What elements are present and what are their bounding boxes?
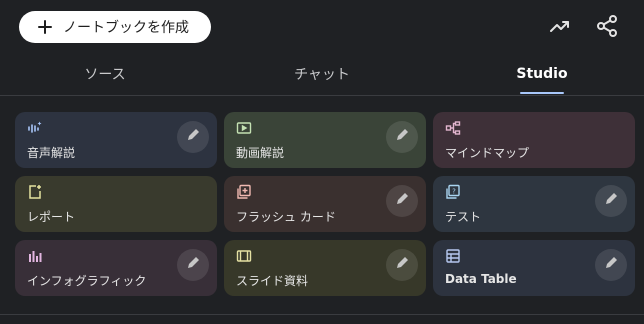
studio-card-report[interactable]: レポート xyxy=(15,176,217,232)
card-label: インフォグラフィック xyxy=(27,274,147,288)
tab-bar: ソース チャット Studio xyxy=(0,52,644,96)
quiz-icon: ? xyxy=(445,184,461,200)
active-tab-indicator xyxy=(520,92,564,94)
studio-card-infographic[interactable]: インフォグラフィック xyxy=(15,240,217,296)
tab-sources[interactable]: ソース xyxy=(60,52,150,96)
edit-button[interactable] xyxy=(595,185,627,217)
card-label: Data Table xyxy=(445,272,517,286)
share-icon[interactable] xyxy=(593,12,621,40)
plus-icon xyxy=(37,19,53,35)
studio-card-data-table[interactable]: Data Table xyxy=(433,240,635,296)
studio-card-mind-map[interactable]: マインドマップ xyxy=(433,112,635,168)
edit-button[interactable] xyxy=(595,249,627,281)
card-label: 動画解説 xyxy=(236,146,285,160)
report-icon xyxy=(27,184,43,200)
card-label: マインドマップ xyxy=(445,146,530,160)
card-label: 音声解説 xyxy=(27,146,76,160)
audio-sparkle-icon xyxy=(27,120,43,136)
card-label: フラッシュ カード xyxy=(236,210,336,224)
studio-card-flashcards[interactable]: フラッシュ カード xyxy=(224,176,426,232)
edit-button[interactable] xyxy=(177,121,209,153)
slides-icon xyxy=(236,248,252,264)
pencil-icon xyxy=(394,127,410,147)
svg-text:?: ? xyxy=(452,188,456,196)
pencil-icon xyxy=(185,255,201,275)
edit-button[interactable] xyxy=(386,249,418,281)
bottom-divider xyxy=(0,314,644,315)
mindmap-icon xyxy=(445,120,461,136)
card-label: スライド資料 xyxy=(236,274,309,288)
video-icon xyxy=(236,120,252,136)
studio-card-slides[interactable]: スライド資料 xyxy=(224,240,426,296)
edit-button[interactable] xyxy=(386,185,418,217)
top-bar: ノートブックを作成 xyxy=(0,0,644,52)
studio-card-quiz[interactable]: ? テスト xyxy=(433,176,635,232)
pencil-icon xyxy=(185,127,201,147)
studio-card-audio-overview[interactable]: 音声解説 xyxy=(15,112,217,168)
tab-divider xyxy=(0,95,644,96)
tab-studio[interactable]: Studio xyxy=(497,52,587,96)
tab-chat[interactable]: チャット xyxy=(277,52,367,96)
studio-card-video-overview[interactable]: 動画解説 xyxy=(224,112,426,168)
pencil-icon xyxy=(394,255,410,275)
pencil-icon xyxy=(394,191,410,211)
card-label: レポート xyxy=(27,210,76,224)
infographic-icon xyxy=(27,248,43,264)
flashcard-icon xyxy=(236,184,252,200)
table-icon xyxy=(445,248,461,264)
create-notebook-label: ノートブックを作成 xyxy=(63,20,189,36)
card-label: テスト xyxy=(445,210,482,224)
pencil-icon xyxy=(603,255,619,275)
edit-button[interactable] xyxy=(177,249,209,281)
create-notebook-button[interactable]: ノートブックを作成 xyxy=(19,11,211,43)
edit-button[interactable] xyxy=(386,121,418,153)
trending-icon[interactable] xyxy=(546,12,574,40)
pencil-icon xyxy=(603,191,619,211)
